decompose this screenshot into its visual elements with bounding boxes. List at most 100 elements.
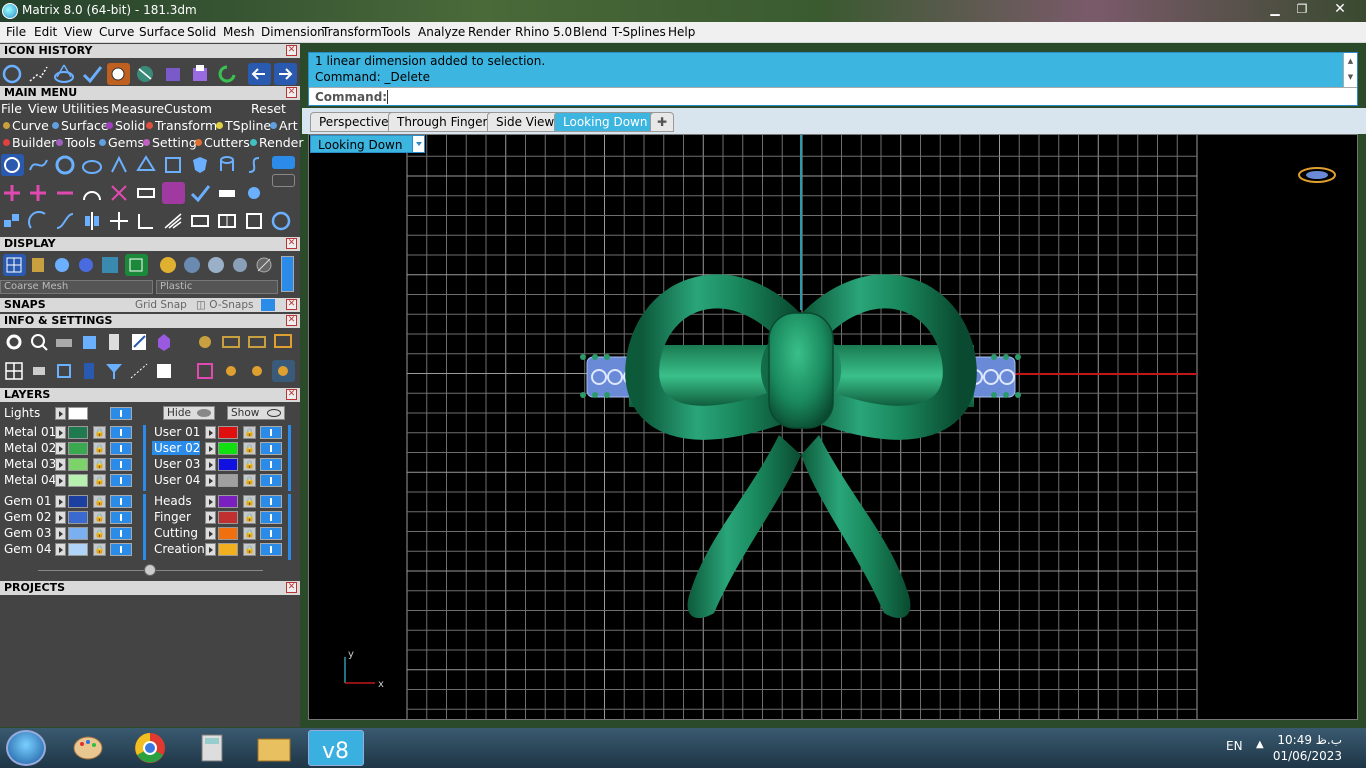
- layer-visibility-toggle[interactable]: [110, 442, 132, 455]
- layer-color-swatch[interactable]: [218, 511, 238, 524]
- tab-perspective[interactable]: Perspective: [310, 112, 398, 132]
- helix-icon[interactable]: [53, 63, 76, 85]
- menu-solid[interactable]: Solid: [187, 25, 216, 39]
- layer-row[interactable]: Metal 04 🔒: [0, 473, 145, 488]
- filter-icon[interactable]: [103, 360, 126, 382]
- viewport-looking-down[interactable]: y x Looking Down: [308, 134, 1358, 720]
- matte-material-icon[interactable]: [229, 254, 252, 276]
- sphere-cut-icon[interactable]: [134, 63, 157, 85]
- layer-row[interactable]: Metal 03 🔒: [0, 457, 145, 472]
- mirror-icon[interactable]: [81, 210, 104, 232]
- render-preview-icon[interactable]: [99, 254, 122, 276]
- layer-visibility-toggle[interactable]: [110, 543, 132, 556]
- close-icon[interactable]: ✕: [286, 315, 297, 326]
- layer-expand-icon[interactable]: [205, 442, 216, 455]
- layer-row[interactable]: Gem 01 🔒: [0, 494, 145, 509]
- menu-dimension[interactable]: Dimension: [261, 25, 325, 39]
- layer-expand-icon[interactable]: [205, 474, 216, 487]
- matrix-app-button[interactable]: v8: [308, 730, 364, 766]
- layer-row[interactable]: Heads 🔒: [150, 494, 295, 509]
- view-capture-icon[interactable]: [246, 331, 269, 353]
- array-icon[interactable]: [162, 210, 185, 232]
- category-art[interactable]: Art: [270, 118, 298, 133]
- add-point-icon[interactable]: [1, 182, 24, 204]
- undo-green-icon[interactable]: [216, 63, 239, 85]
- light-target-icon[interactable]: [246, 360, 269, 382]
- explorer-app-button[interactable]: [246, 730, 302, 766]
- menu-surface[interactable]: Surface: [139, 25, 185, 39]
- add-tab-button[interactable]: ✚: [650, 112, 675, 132]
- menu-view[interactable]: View: [64, 25, 92, 39]
- layer-color-swatch[interactable]: [218, 527, 238, 540]
- shield-icon[interactable]: [189, 154, 212, 176]
- layer-expand-icon[interactable]: [55, 458, 66, 471]
- layer-color-swatch[interactable]: [68, 458, 88, 471]
- language-indicator[interactable]: EN: [1226, 739, 1243, 753]
- layer-row[interactable]: Gem 03 🔒: [0, 526, 145, 541]
- lock-icon[interactable]: 🔒: [243, 426, 256, 439]
- tab-side-view[interactable]: Side View: [487, 112, 564, 132]
- pattern-icon[interactable]: [162, 182, 185, 204]
- layer-color-swatch[interactable]: [68, 474, 88, 487]
- view-cube-icon[interactable]: [1298, 167, 1336, 183]
- control-points-icon[interactable]: [27, 154, 50, 176]
- layer-visibility-toggle[interactable]: [110, 474, 132, 487]
- menu-file[interactable]: File: [6, 25, 26, 39]
- layer-expand-icon[interactable]: [55, 511, 66, 524]
- cylinder-icon[interactable]: [216, 154, 239, 176]
- lock-icon[interactable]: 🔒: [93, 442, 106, 455]
- layer-expand-icon[interactable]: [55, 495, 66, 508]
- category-render[interactable]: Render: [250, 135, 304, 150]
- toggle-icon[interactable]: [272, 156, 295, 169]
- box3d-icon[interactable]: [78, 331, 101, 353]
- lock-icon[interactable]: 🔒: [243, 442, 256, 455]
- lock-icon[interactable]: 🔒: [243, 543, 256, 556]
- notes-icon[interactable]: [128, 331, 151, 353]
- model-canvas[interactable]: y x: [309, 135, 1358, 720]
- light-icon[interactable]: [220, 360, 243, 382]
- box-icon[interactable]: [162, 63, 185, 85]
- layer-expand-icon[interactable]: [55, 527, 66, 540]
- panel-icon[interactable]: [78, 360, 101, 382]
- select-points-icon[interactable]: [128, 360, 151, 382]
- main-menu-view[interactable]: View: [28, 101, 58, 116]
- main-menu-custom[interactable]: Custom: [164, 101, 212, 116]
- main-menu-file[interactable]: File: [1, 101, 22, 116]
- circle-curve-icon[interactable]: [1, 154, 24, 176]
- layer-visibility-toggle[interactable]: [110, 407, 132, 420]
- layer-color-swatch[interactable]: [68, 527, 88, 540]
- layer-color-swatch[interactable]: [218, 495, 238, 508]
- toggle-off-icon[interactable]: [272, 174, 295, 187]
- wireframe-icon[interactable]: [3, 254, 26, 276]
- menu-render[interactable]: Render: [468, 25, 511, 39]
- layer-color-swatch[interactable]: [68, 426, 88, 439]
- close-icon[interactable]: ✕: [286, 87, 297, 98]
- chrome-app-button[interactable]: [122, 730, 178, 766]
- layer-visibility-toggle[interactable]: [260, 511, 282, 524]
- layer-visibility-toggle[interactable]: [110, 527, 132, 540]
- printer-icon[interactable]: [53, 331, 76, 353]
- lock-icon[interactable]: 🔒: [243, 458, 256, 471]
- silver-material-icon[interactable]: [181, 254, 204, 276]
- layer-row[interactable]: Metal 02 🔒: [0, 441, 145, 456]
- menu-tools[interactable]: Tools: [381, 25, 411, 39]
- layer-expand-icon[interactable]: [55, 543, 66, 556]
- command-input[interactable]: [387, 90, 1337, 104]
- close-icon[interactable]: ✕: [286, 389, 297, 400]
- layers-collapse-icon[interactable]: [144, 564, 156, 576]
- hide-button[interactable]: Hide: [163, 406, 215, 420]
- gem-report-icon[interactable]: [153, 331, 176, 353]
- forward-arrow-icon[interactable]: [274, 63, 297, 85]
- viewport-name-dropdown[interactable]: Looking Down: [310, 135, 426, 153]
- close-icon[interactable]: ✕: [286, 45, 297, 56]
- layer-row[interactable]: User 01 🔒: [150, 425, 295, 440]
- menu-mesh[interactable]: Mesh: [223, 25, 255, 39]
- back-arrow-icon[interactable]: [248, 63, 271, 85]
- layer-color-swatch[interactable]: [68, 495, 88, 508]
- layer-expand-icon[interactable]: [205, 543, 216, 556]
- gold-material-icon[interactable]: [157, 254, 180, 276]
- document-icon[interactable]: [103, 331, 126, 353]
- layer-color-swatch[interactable]: [68, 407, 88, 420]
- path-icon[interactable]: [194, 360, 217, 382]
- lock-icon[interactable]: 🔒: [243, 474, 256, 487]
